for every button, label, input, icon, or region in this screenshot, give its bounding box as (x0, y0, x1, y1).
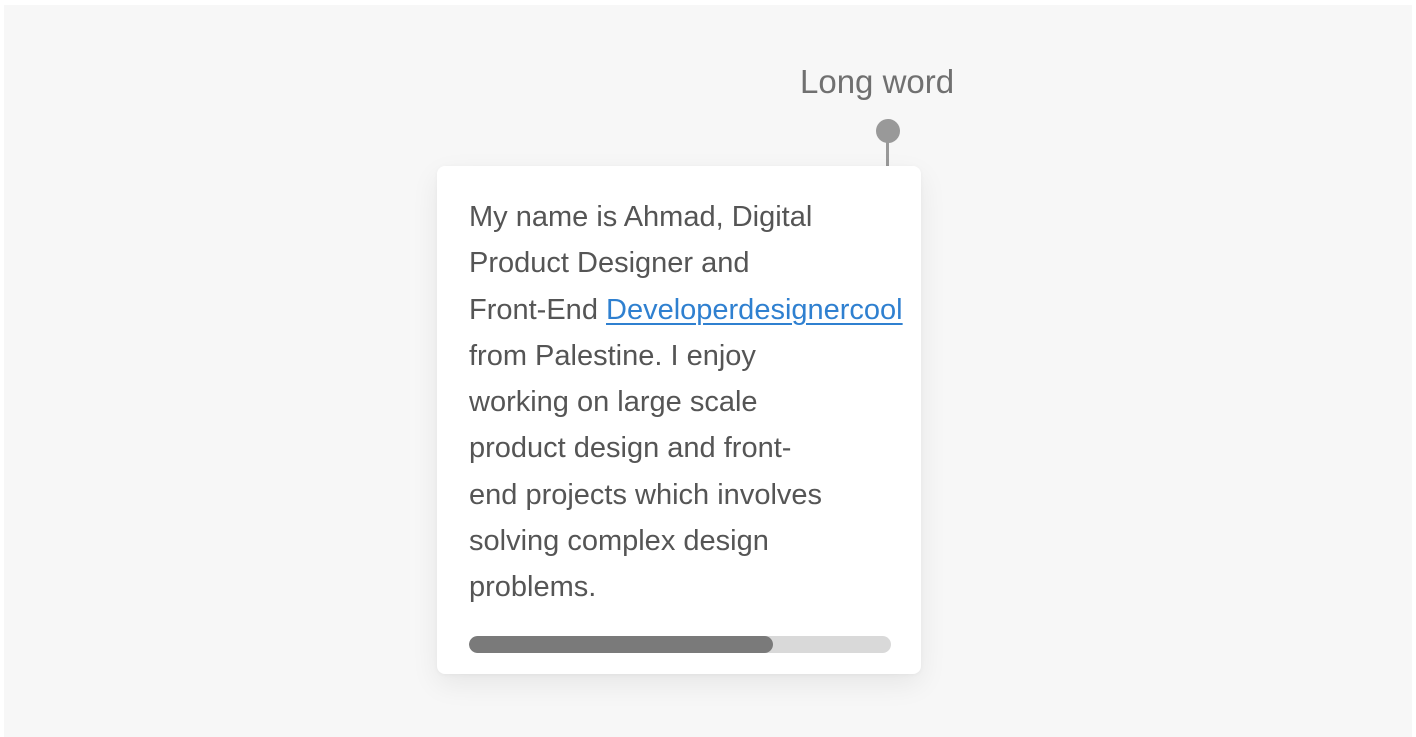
bio-line: end projects which involves (469, 478, 823, 511)
bio-line: from Palestine. I enjoy (469, 339, 756, 372)
progress-bar (469, 636, 891, 653)
bio-line: Front-End (469, 293, 606, 326)
bio-line: product design and front- (469, 432, 792, 465)
bio-line: working on large scale (469, 386, 758, 419)
bio-line: My name is Ahmad, Digital (469, 201, 813, 233)
long-word-link[interactable]: Developerdesignercool (606, 294, 903, 326)
bio-text: My name is Ahmad, Digital Product Designe… (469, 194, 909, 611)
progress-bar-fill (469, 636, 773, 653)
annotation-label: Long word (800, 63, 955, 100)
bio-line: problems. (469, 571, 597, 604)
bio-line: Product Designer and (469, 247, 750, 280)
bio-line: solving complex design (469, 525, 769, 558)
